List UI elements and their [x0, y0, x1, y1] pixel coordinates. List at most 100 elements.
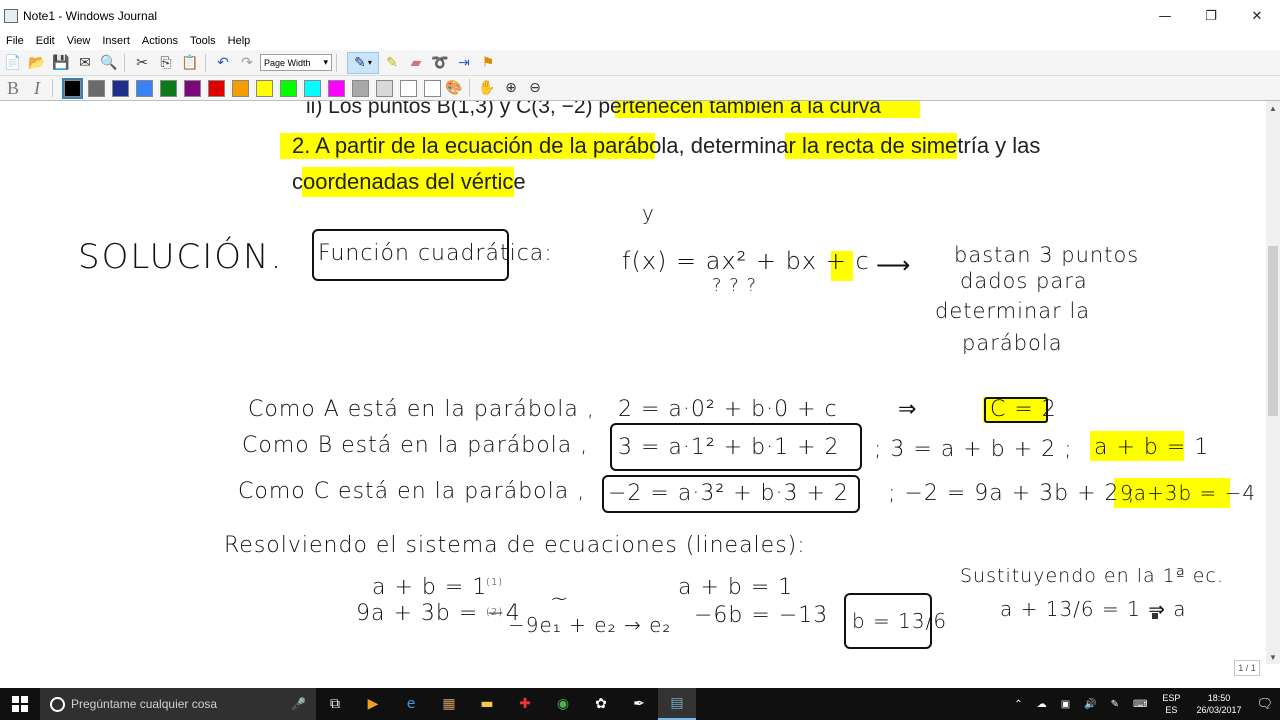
system-tray: ⌃ ☁ ▣ 🔊 ✎ ⌨ ESP ES 18:50 26/03/2017 🗨: [1007, 688, 1280, 720]
clock-time: 18:50: [1207, 693, 1231, 703]
color-swatch[interactable]: [376, 79, 393, 97]
menu-edit[interactable]: Edit: [30, 35, 61, 47]
italic-icon[interactable]: I: [26, 78, 48, 99]
swiss-app-icon[interactable]: ✚: [506, 688, 544, 720]
note-canvas[interactable]: ii) Los puntos B(1,3) y C(3, −2) pertene…: [0, 101, 1266, 688]
toolbar-separator: [336, 53, 337, 72]
pen-tray-icon[interactable]: ✎: [1111, 699, 1119, 710]
color-swatch[interactable]: [208, 79, 225, 97]
network-icon[interactable]: ▣: [1061, 699, 1070, 710]
color-swatch[interactable]: [280, 79, 297, 97]
scroll-thumb[interactable]: [1268, 246, 1278, 416]
zoom-out-icon[interactable]: ⊖: [524, 78, 546, 98]
scroll-up-icon[interactable]: ▲: [1266, 101, 1280, 115]
media-player-icon[interactable]: ▶: [354, 688, 392, 720]
handwritten-text: ? ? ?: [712, 275, 758, 296]
save-icon[interactable]: 💾: [50, 53, 72, 73]
handwritten-equation: −2 = a·3² + b·3 + 2: [608, 481, 849, 506]
insert-space-icon[interactable]: ⇥: [453, 53, 475, 73]
restore-button[interactable]: ❐: [1188, 0, 1234, 32]
notifications-icon[interactable]: 🗨: [1256, 696, 1273, 712]
minimize-button[interactable]: —: [1142, 0, 1188, 32]
taskbar: Pregúntame cualquier cosa 🎤 ⧉ ▶ e ▦ ▬ ✚ …: [0, 688, 1280, 720]
menu-help[interactable]: Help: [222, 35, 257, 47]
flag-icon[interactable]: ⚑: [477, 53, 499, 73]
highlighter-icon[interactable]: ✎: [381, 53, 403, 73]
task-view-icon[interactable]: ⧉: [316, 688, 354, 720]
toolbar-separator: [205, 53, 206, 72]
paste-icon[interactable]: 📋: [179, 53, 201, 73]
window-title: Note1 - Windows Journal: [23, 9, 158, 23]
scroll-down-icon[interactable]: ▼: [1266, 650, 1280, 664]
color-swatch[interactable]: [88, 79, 105, 97]
pen-tool-button[interactable]: ✎ ▾: [347, 51, 379, 74]
language-indicator[interactable]: ESP ES: [1162, 692, 1180, 716]
vertical-scrollbar[interactable]: ▲ ▼: [1266, 101, 1280, 664]
new-note-icon[interactable]: 📄: [2, 53, 24, 73]
handwritten-text: Como A está en la parábola ,: [248, 397, 595, 422]
color-swatch[interactable]: [62, 77, 83, 99]
zoom-in-icon[interactable]: ⊕: [500, 78, 522, 98]
handwritten-text: determinar la: [935, 299, 1091, 323]
handwritten-heading: SOLUCIÓN.: [78, 237, 284, 277]
chevron-down-icon: ▾: [367, 58, 372, 67]
chevron-down-icon: ▾: [323, 57, 328, 67]
send-icon[interactable]: ✉: [74, 53, 96, 73]
app-icon[interactable]: ▦: [430, 688, 468, 720]
cortana-search[interactable]: Pregúntame cualquier cosa 🎤: [40, 688, 316, 720]
color-swatch[interactable]: [232, 79, 249, 97]
color-swatch[interactable]: [112, 79, 129, 97]
menu-view[interactable]: View: [61, 35, 97, 47]
handwritten-equation: a + b = 1: [678, 575, 794, 600]
bold-icon[interactable]: B: [2, 78, 24, 99]
microphone-icon[interactable]: 🎤: [291, 697, 306, 711]
keyboard-icon[interactable]: ⌨: [1133, 699, 1147, 710]
color-swatch[interactable]: [328, 79, 345, 97]
close-button[interactable]: ✕: [1234, 0, 1280, 32]
eraser-icon[interactable]: ▰: [405, 53, 427, 73]
search-placeholder: Pregúntame cualquier cosa: [71, 697, 218, 711]
handwritten-text: y: [642, 201, 655, 225]
printed-text-line: 2. A partir de la ecuación de la parábol…: [292, 133, 1041, 158]
color-swatch[interactable]: [184, 79, 201, 97]
menu-tools[interactable]: Tools: [184, 35, 222, 47]
copy-icon[interactable]: ⎘: [155, 53, 177, 73]
handwritten-text: Como C está en la parábola ,: [238, 479, 586, 504]
chevron-up-icon[interactable]: ⌃: [1014, 699, 1022, 710]
pan-hand-icon[interactable]: ✋: [476, 78, 498, 98]
redo-icon[interactable]: ↷: [236, 53, 258, 73]
zoom-select[interactable]: Page Width ▾: [260, 54, 332, 71]
lasso-icon[interactable]: ➰: [429, 53, 451, 73]
color-swatch[interactable]: [136, 79, 153, 97]
menu-actions[interactable]: Actions: [136, 35, 184, 47]
windows-journal-taskbar-icon[interactable]: ▤: [658, 688, 696, 720]
app-icon[interactable]: ✿: [582, 688, 620, 720]
handwritten-text: parábola: [962, 331, 1063, 355]
open-icon[interactable]: 📂: [26, 53, 48, 73]
toolbar-separator: [52, 79, 53, 97]
color-swatch[interactable]: [424, 79, 441, 97]
color-swatch[interactable]: [256, 79, 273, 97]
toolbar-separator: [469, 79, 470, 97]
menu-file[interactable]: File: [0, 35, 30, 47]
journal-app-icon: [4, 9, 18, 23]
menu-insert[interactable]: Insert: [96, 35, 136, 47]
color-swatch[interactable]: [400, 79, 417, 97]
file-explorer-icon[interactable]: ▬: [468, 688, 506, 720]
cut-icon[interactable]: ✂: [131, 53, 153, 73]
color-swatch[interactable]: [304, 79, 321, 97]
edge-icon[interactable]: e: [392, 688, 430, 720]
handwritten-text: (2): [486, 607, 504, 618]
pen-settings-icon[interactable]: 🎨: [443, 78, 465, 98]
chrome-icon[interactable]: ◉: [544, 688, 582, 720]
color-swatch[interactable]: [352, 79, 369, 97]
windows-start-button[interactable]: [0, 688, 40, 720]
color-swatch[interactable]: [160, 79, 177, 97]
clock[interactable]: 18:50 26/03/2017: [1196, 692, 1241, 716]
handwritten-result: b = 13/6: [852, 609, 948, 633]
find-icon[interactable]: 🔍: [98, 53, 120, 73]
cloud-icon[interactable]: ☁: [1037, 699, 1047, 710]
volume-icon[interactable]: 🔊: [1084, 699, 1096, 710]
undo-icon[interactable]: ↶: [212, 53, 234, 73]
app-icon[interactable]: ✒: [620, 688, 658, 720]
